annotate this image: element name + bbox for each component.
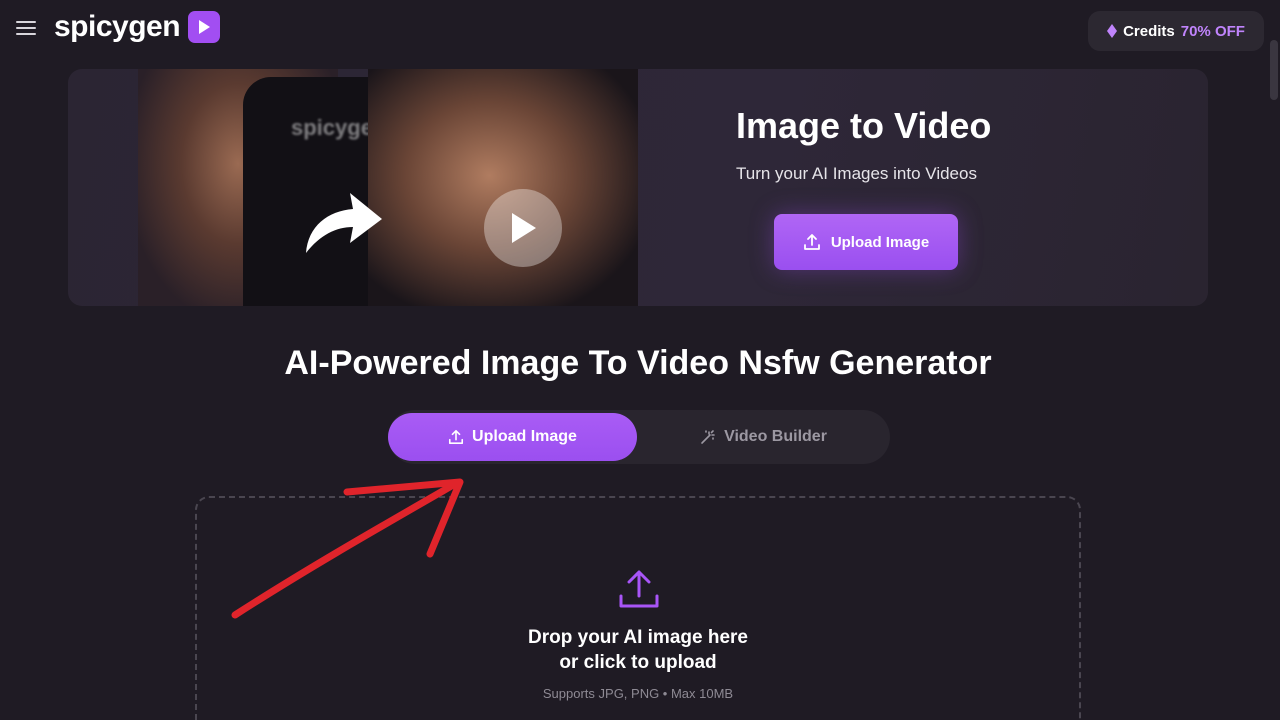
dropzone-support-text: Supports JPG, PNG • Max 10MB (542, 686, 734, 701)
play-icon (188, 11, 221, 43)
credits-label: Credits (1123, 22, 1175, 40)
annotation-arrow-icon (231, 478, 464, 619)
hero-image-after (368, 69, 638, 306)
play-overlay-icon (484, 189, 562, 267)
dropzone-title: Drop your AI image here (528, 627, 748, 648)
banner-subtitle: Turn your AI Images into Videos (736, 164, 977, 183)
tab-video-builder[interactable]: Video Builder (637, 413, 890, 461)
banner-upload-button[interactable]: Upload Image (774, 214, 958, 270)
brand-logo[interactable]: spicygen (54, 10, 221, 44)
diamond-icon (1107, 24, 1118, 38)
hamburger-menu-icon[interactable] (16, 19, 36, 37)
mode-tabs: Upload Image Video Builder (388, 410, 890, 464)
banner-upload-label: Upload Image (830, 233, 930, 251)
upload-icon (449, 429, 464, 445)
tab-builder-label: Video Builder (724, 428, 827, 445)
credits-discount: 70% OFF (1180, 22, 1245, 40)
credits-button[interactable]: Credits 70% OFF (1088, 11, 1264, 51)
upload-icon (619, 570, 659, 608)
dropzone-subtitle: or click to upload (559, 652, 717, 673)
brand-name: spicygen (54, 10, 181, 43)
scrollbar[interactable] (1270, 40, 1278, 100)
tab-upload-label: Upload Image (472, 428, 577, 445)
hero-banner: spicygen Image to Video Turn your AI Ima… (68, 69, 1208, 306)
banner-title: Image to Video (736, 105, 992, 146)
tab-upload-image[interactable]: Upload Image (388, 413, 637, 461)
magic-wand-icon (701, 430, 715, 444)
page-title: AI-Powered Image To Video Nsfw Generator (284, 344, 992, 382)
upload-icon (803, 234, 820, 250)
curved-arrow-icon (306, 193, 382, 253)
